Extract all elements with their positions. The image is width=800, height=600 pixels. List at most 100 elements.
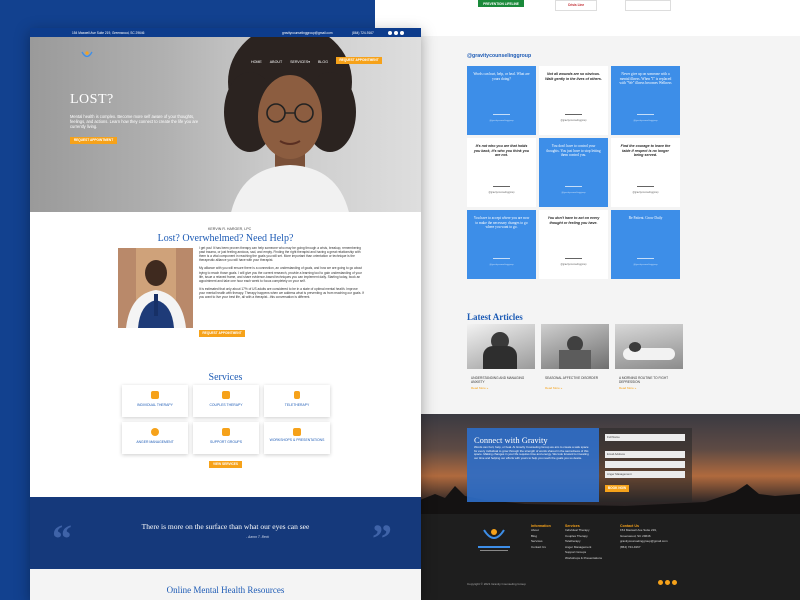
view-services-button[interactable]: VIEW SERVICES	[209, 461, 242, 468]
connect-heading: Connect with Gravity	[474, 435, 548, 445]
phone-input[interactable]	[605, 461, 685, 468]
bio-paragraph: I get you! It has been proven therapy ca…	[199, 246, 361, 263]
tile-divider	[565, 258, 582, 259]
full-name-input[interactable]: Full Name	[605, 434, 685, 441]
footer-contact: Contact Us 154 Maxwell Ave Suite 219, Gr…	[620, 524, 668, 550]
presentation-icon	[293, 428, 301, 436]
nav-blog[interactable]: BLOG	[318, 60, 328, 64]
tile-quote-text: It's not who you are that holds you back…	[473, 144, 530, 158]
footer-phone[interactable]: (864) 724-9167	[620, 545, 668, 551]
tile-divider	[493, 186, 510, 187]
footer-information: Information About Blog Services Contact …	[531, 524, 551, 550]
instagram-handle[interactable]: @gravitycounselinggroup	[467, 53, 531, 59]
footer-link[interactable]: Workshops & Presentations	[565, 556, 602, 562]
twitter-icon[interactable]	[672, 580, 677, 585]
facebook-icon[interactable]	[658, 580, 663, 585]
service-card-anger-management[interactable]: ANGER MANAGEMENT	[122, 422, 188, 454]
service-card-couples-therapy[interactable]: COUPLES THERAPY	[193, 385, 259, 417]
site-logo[interactable]	[80, 50, 94, 62]
crisis-line-badge[interactable]: Crisis Line	[555, 0, 597, 11]
instagram-post-tile[interactable]: You don't have to control your thoughts.…	[539, 138, 608, 207]
tile-quote-text: You don't have to control your thoughts.…	[546, 144, 601, 158]
phone-icon	[294, 391, 300, 399]
service-select[interactable]: Anger Management	[605, 471, 685, 478]
tile-signature: @gravitycounselinggroup	[560, 264, 587, 266]
therapist-photo	[118, 248, 193, 328]
hero-request-appointment-button[interactable]: REQUEST APPOINTMENT	[70, 137, 117, 144]
email-link[interactable]: gravitycounselinggroup@gmail.com	[282, 31, 333, 35]
homepage-mockup-right: PREVENTION LIFELINE Crisis Line @gravity…	[375, 0, 800, 600]
tile-signature: @gravitycounselinggroup	[489, 120, 514, 122]
email-input[interactable]: Email Address	[605, 451, 685, 458]
couple-icon	[222, 391, 230, 399]
article-image	[615, 324, 683, 369]
article-card[interactable]: SEASONAL AFFECTIVE DISORDER Read More »	[541, 324, 609, 396]
hero-text: Mental health is complex. Become more se…	[70, 114, 199, 130]
top-contact-bar: 154 Maxwell Ave Suite 219, Greenwood, SC…	[30, 28, 421, 37]
footer-services: Services Individual Therapy Couples Ther…	[565, 524, 602, 562]
tile-signature: @gravitycounselinggroup	[489, 264, 514, 266]
tile-quote-text: Be Patient. Grow Daily	[628, 216, 663, 220]
phone-link[interactable]: (864) 724-9167	[352, 31, 374, 35]
tile-divider	[565, 114, 582, 115]
read-more-link[interactable]: Read More »	[471, 386, 488, 390]
instagram-post-tile[interactable]: It's not who you are that holds you back…	[467, 138, 536, 207]
footer-email[interactable]: gravitycounselinggroup@gmail.com	[620, 539, 668, 545]
hero-title: LOST?	[70, 92, 114, 107]
intro-request-appointment-button[interactable]: REQUEST APPOINTMENT	[199, 330, 245, 337]
service-card-individual-therapy[interactable]: INDIVIDUAL THERAPY	[122, 385, 188, 417]
tile-divider	[637, 186, 654, 187]
instagram-post-tile[interactable]: Never give up on someone with a mental i…	[611, 66, 680, 135]
resources-heading: Online Mental Health Resources	[166, 585, 285, 595]
instagram-post-tile[interactable]: Find the courage to leave the table if r…	[611, 138, 680, 207]
service-label: COUPLES THERAPY	[209, 403, 243, 407]
instagram-post-tile[interactable]: You have to accept where you are now to …	[467, 210, 536, 279]
twitter-icon[interactable]	[400, 30, 404, 35]
footer-link[interactable]: Contact Us	[531, 545, 551, 551]
site-footer: Information About Blog Services Contact …	[375, 514, 800, 600]
tile-signature: @gravitycounselinggroup	[633, 264, 658, 266]
tile-signature: @gravitycounselinggroup	[633, 120, 658, 122]
group-icon	[222, 428, 230, 436]
service-card-teletherapy[interactable]: TELETHERAPY	[264, 385, 330, 417]
tile-quote-text: You don't have to act on every thought o…	[547, 216, 600, 225]
tile-signature: @gravitycounselinggroup	[632, 192, 659, 194]
instagram-icon[interactable]	[394, 30, 398, 35]
intro-heading: Lost? Overwhelmed? Need Help?	[157, 233, 294, 244]
article-card[interactable]: UNDERSTANDING AND MANAGING ANXIETY Read …	[467, 324, 535, 396]
bio-paragraph: It is estimated that only about 17% of U…	[199, 286, 365, 300]
tile-divider	[637, 258, 654, 259]
read-more-link[interactable]: Read More »	[619, 386, 636, 390]
instagram-post-tile[interactable]: Words can hurt, help, or heal. What are …	[467, 66, 536, 135]
service-label: INDIVIDUAL THERAPY	[137, 403, 173, 407]
book-now-button[interactable]: BOOK NOW	[605, 485, 629, 492]
tile-quote-text: Not all wounds are so obvious. Walk gent…	[545, 72, 602, 81]
nav-about[interactable]: ABOUT	[270, 60, 282, 64]
read-more-link[interactable]: Read More »	[545, 386, 562, 390]
angry-face-icon	[151, 428, 159, 436]
address-text: 154 Maxwell Ave Suite 219, Greenwood, SC…	[72, 31, 145, 35]
instagram-post-tile[interactable]: Be Patient. Grow Daily @gravitycounseling…	[611, 210, 680, 279]
nav-request-appointment-button[interactable]: REQUEST APPOINTMENT	[336, 57, 382, 64]
instagram-post-tile[interactable]: You don't have to act on every thought o…	[539, 210, 608, 279]
prevention-lifeline-badge[interactable]: PREVENTION LIFELINE	[478, 0, 524, 9]
hotline-badges: PREVENTION LIFELINE Crisis Line	[375, 0, 800, 36]
facebook-icon[interactable]	[388, 30, 392, 35]
nav-home[interactable]: HOME	[251, 60, 262, 64]
article-image	[541, 324, 609, 369]
tile-divider	[493, 258, 510, 259]
nav-services[interactable]: SERVICES▾	[290, 60, 310, 64]
resources-section: Online Mental Health Resources	[30, 569, 421, 600]
tile-signature: @gravitycounselinggroup	[488, 192, 515, 194]
service-card-workshops[interactable]: WORKSHOPS & PRESENTATIONS	[264, 422, 330, 454]
quote-section: “ ” There is more on the surface than wh…	[30, 497, 421, 569]
instagram-post-tile[interactable]: Not all wounds are so obvious. Walk gent…	[539, 66, 608, 135]
footer-logo[interactable]	[474, 524, 514, 554]
partner-badge[interactable]	[625, 0, 671, 11]
service-card-support-groups[interactable]: SUPPORT GROUPS	[193, 422, 259, 454]
instagram-icon[interactable]	[665, 580, 670, 585]
article-card[interactable]: A MORNING ROUTINE TO FIGHT DEPRESSION Re…	[615, 324, 683, 396]
service-label: WORKSHOPS & PRESENTATIONS	[269, 438, 325, 442]
tile-quote-text: Find the courage to leave the table if r…	[620, 144, 671, 158]
service-label: TELETHERAPY	[284, 403, 310, 407]
